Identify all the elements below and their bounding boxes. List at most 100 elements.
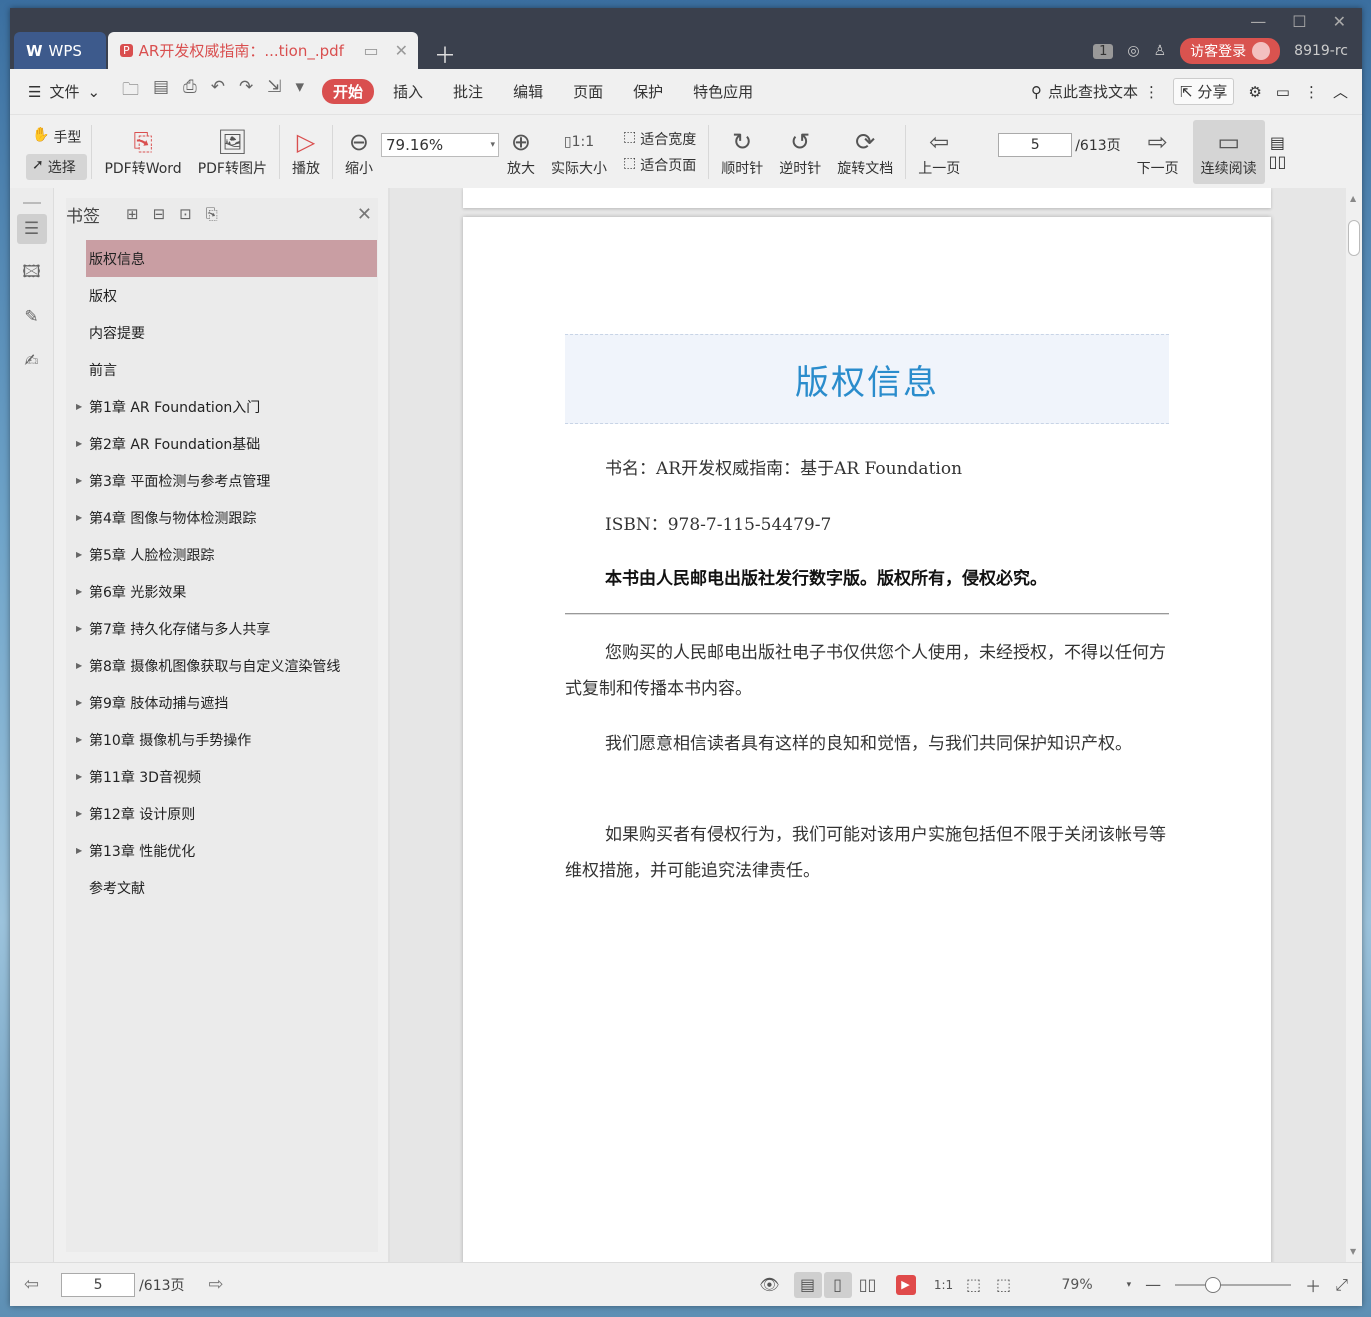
expand-arrow-icon[interactable]: ▶ (76, 735, 82, 744)
open-folder-icon[interactable]: 🗀 (122, 77, 139, 106)
add-bookmark-icon[interactable]: ⊞ (126, 205, 139, 223)
page-number-input[interactable]: 5 (998, 133, 1073, 157)
expand-arrow-icon[interactable]: ▶ (76, 772, 82, 781)
more-options-icon[interactable]: ⋮ (1304, 83, 1319, 101)
zoom-slider-knob[interactable] (1205, 1276, 1222, 1293)
fit-page-small-icon[interactable]: ⬚ (960, 1272, 988, 1298)
pdf-to-image-button[interactable]: 🖼 PDF转图片 (190, 120, 275, 184)
zoom-in-button[interactable]: ⊕ 放大 (499, 120, 543, 184)
expand-arrow-icon[interactable]: ▶ (76, 439, 82, 448)
shirt-icon[interactable]: ♙ (1154, 43, 1167, 59)
expand-arrow-icon[interactable]: ▶ (76, 624, 82, 633)
zoom-select[interactable]: 79.16% ▾ (380, 133, 499, 157)
bookmark-item[interactable]: ▶ 第9章 肢体动捕与遮挡 (66, 684, 378, 721)
close-panel-icon[interactable]: ✕ (357, 204, 372, 225)
bookmark-item[interactable]: 前言 (66, 351, 378, 388)
fit-page-button[interactable]: ⬚ 适合页面 (623, 155, 696, 175)
zoom-out-button[interactable]: ⊖ 缩小 (337, 120, 381, 184)
zoom-minus-icon[interactable]: — (1145, 1275, 1161, 1294)
bookmark-panel-icon[interactable]: ☰ (16, 214, 47, 244)
bookmark-item[interactable]: ▶ 第6章 光影效果 (66, 573, 378, 610)
scroll-up-icon[interactable]: ▲ (1350, 194, 1356, 203)
slideshow-play-icon[interactable]: ▶ (895, 1274, 916, 1295)
redo-icon[interactable]: ↷ (239, 77, 253, 106)
rotate-document-button[interactable]: ⟳ 旋转文档 (829, 120, 901, 184)
actual-size-small-icon[interactable]: 1:1 (930, 1272, 958, 1298)
actual-size-button[interactable]: ▯1:1 实际大小 (543, 120, 615, 184)
more-quick-icon[interactable]: ▾ (295, 77, 304, 106)
single-page-icon[interactable]: ▤ (1270, 133, 1285, 152)
bookmark-item[interactable]: ▶ 第11章 3D音视频 (66, 758, 378, 795)
tab-page[interactable]: 页面 (562, 79, 614, 104)
tab-edit[interactable]: 编辑 (502, 79, 554, 104)
add-sub-bookmark-icon[interactable]: ⊟ (153, 205, 166, 223)
print-icon[interactable]: ⎙ (183, 77, 197, 106)
fit-width-small-icon[interactable]: ⬚ (990, 1272, 1018, 1298)
find-text-button[interactable]: ⚲ 点此查找文本 ⋮ (1031, 81, 1159, 102)
bookmark-item[interactable]: ▶ 第1章 AR Foundation入门 (66, 388, 378, 425)
save-icon[interactable]: ▤ (153, 77, 169, 106)
continuous-reading-button[interactable]: ▭ 连续阅读 (1192, 120, 1265, 184)
hand-tool-button[interactable]: ✋ 手型 (26, 124, 87, 150)
tab-protect[interactable]: 保护 (622, 79, 674, 104)
expand-arrow-icon[interactable]: ▶ (76, 476, 82, 485)
bookmark-item[interactable]: ▶ 第8章 摄像机图像获取与自定义渲染管线 (66, 647, 378, 684)
vertical-scrollbar[interactable]: ▲ ▼ (1346, 188, 1362, 1262)
annotation-panel-icon[interactable]: ✎ (17, 302, 47, 332)
scroll-down-icon[interactable]: ▼ (1350, 1247, 1356, 1256)
collapse-ribbon-icon[interactable]: ︿ (1333, 81, 1348, 102)
next-page-button[interactable]: ⇨ 下一页 (1129, 120, 1187, 184)
zoom-percent[interactable]: 79% (1062, 1277, 1093, 1293)
bookmark-item[interactable]: ▶ 第2章 AR Foundation基础 (66, 425, 378, 462)
expand-arrow-icon[interactable]: ▶ (76, 661, 82, 670)
tab-features[interactable]: 特色应用 (682, 79, 764, 104)
skin-icon[interactable]: ◎ (1127, 43, 1139, 59)
close-window-icon[interactable]: ✕ (1333, 12, 1346, 31)
prev-page-button[interactable]: ⇦ 上一页 (910, 120, 968, 184)
bookmark-item[interactable]: ▶ 第7章 持久化存储与多人共享 (66, 610, 378, 647)
fit-width-button[interactable]: ⬚ 适合宽度 (623, 129, 696, 149)
rotate-counterclockwise-button[interactable]: ↺ 逆时针 (771, 120, 829, 184)
tab-wps-home[interactable]: W WPS (14, 32, 106, 69)
maximize-icon[interactable]: ☐ (1292, 12, 1306, 31)
bookmark-item[interactable]: ▶ 第12章 设计原则 (66, 795, 378, 832)
pin-tab-icon[interactable]: ▭ (363, 41, 378, 60)
expand-arrow-icon[interactable]: ▶ (76, 587, 82, 596)
expand-arrow-icon[interactable]: ▶ (76, 846, 82, 855)
tab-document[interactable]: P AR开发权威指南：...tion_.pdf ▭ ✕ (108, 32, 418, 69)
tab-home[interactable]: 开始 (322, 79, 375, 104)
gear-icon[interactable]: ⚙ (1248, 83, 1261, 101)
close-tab-icon[interactable]: ✕ (395, 41, 408, 60)
undo-icon[interactable]: ↶ (211, 77, 225, 106)
expand-arrow-icon[interactable]: ▶ (76, 513, 82, 522)
zoom-dropdown-icon[interactable]: ▾ (1127, 1280, 1132, 1290)
expand-bookmark-icon[interactable]: ⊡ (179, 205, 192, 223)
bookmark-item[interactable]: ▶ 第3章 平面检测与参考点管理 (66, 462, 378, 499)
bookmark-item[interactable]: 参考文献 (66, 869, 378, 906)
expand-arrow-icon[interactable]: ▶ (76, 698, 82, 707)
view-mode-toggle[interactable]: ▤ ▯▯ (1265, 120, 1291, 184)
fullscreen-icon[interactable]: ⤢ (1335, 1275, 1348, 1295)
play-button[interactable]: ▷ 播放 (284, 120, 328, 184)
bookmark-item[interactable]: ▶ 第4章 图像与物体检测跟踪 (66, 499, 378, 536)
eye-protection-icon[interactable]: 👁 (759, 1275, 779, 1294)
bookmark-item[interactable]: 版权信息 (86, 240, 377, 277)
login-button[interactable]: 访客登录 (1180, 38, 1281, 64)
single-view-icon[interactable]: ▯ (823, 1271, 852, 1298)
bookmark-item[interactable]: ▶ 第13章 性能优化 (66, 832, 378, 869)
window-count-badge[interactable]: 1 (1093, 43, 1114, 59)
tab-annotate[interactable]: 批注 (442, 79, 494, 104)
bookmark-item[interactable]: ▶ 第10章 摄像机与手势操作 (66, 721, 378, 758)
bookmark-item[interactable]: ▶ 第5章 人脸检测跟踪 (66, 536, 378, 573)
scrollbar-thumb[interactable] (1348, 220, 1360, 256)
thumbnail-panel-icon[interactable]: 🖾 (17, 258, 47, 288)
rotate-clockwise-button[interactable]: ↻ 顺时针 (713, 120, 771, 184)
status-page-input[interactable]: 5 (61, 1272, 136, 1297)
comment-icon[interactable]: ▭ (1276, 83, 1290, 101)
tab-insert[interactable]: 插入 (382, 79, 434, 104)
file-menu-button[interactable]: ☰ 文件 ⌄ (28, 81, 100, 102)
bookmark-options-icon[interactable]: ⎘ (206, 205, 218, 223)
share-button[interactable]: ⇱ 分享 (1172, 78, 1235, 105)
select-tool-button[interactable]: ➚ 选择 (26, 154, 88, 180)
new-tab-button[interactable]: ＋ (434, 38, 456, 70)
